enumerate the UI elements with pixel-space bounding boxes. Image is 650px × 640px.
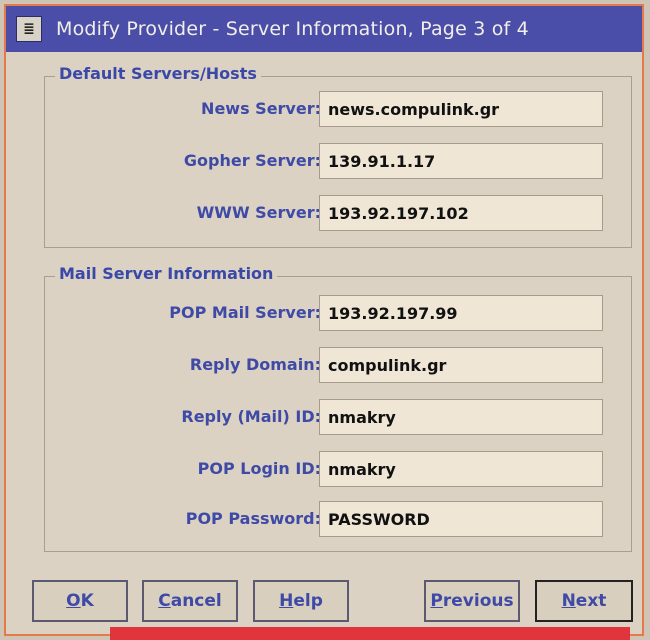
- modify-provider-dialog: ≣ Modify Provider - Server Information, …: [4, 4, 644, 636]
- news-server-row: News Server:: [45, 91, 631, 129]
- default-servers-group-label: Default Servers/Hosts: [55, 64, 261, 83]
- reply-domain-row: Reply Domain:: [45, 347, 631, 385]
- ok-label-rest: K: [80, 591, 94, 611]
- www-server-row: WWW Server:: [45, 195, 631, 233]
- cancel-mnemonic: C: [158, 591, 171, 611]
- pop-mail-server-label: POP Mail Server:: [169, 303, 321, 322]
- reply-mail-id-label: Reply (Mail) ID:: [181, 407, 321, 426]
- previous-label-rest: revious: [442, 591, 514, 611]
- gopher-server-input[interactable]: [319, 143, 603, 179]
- help-label-rest: elp: [293, 591, 323, 611]
- help-mnemonic: H: [279, 591, 294, 611]
- pop-login-id-row: POP Login ID:: [45, 451, 631, 489]
- gopher-server-label: Gopher Server:: [183, 151, 321, 170]
- mail-server-group-label: Mail Server Information: [55, 264, 278, 283]
- system-menu-icon[interactable]: ≣: [16, 16, 42, 42]
- previous-mnemonic: P: [430, 591, 443, 611]
- pop-login-id-input[interactable]: [319, 451, 603, 487]
- next-mnemonic: N: [561, 591, 576, 611]
- mail-server-group: Mail Server Information POP Mail Server:…: [44, 264, 632, 552]
- www-server-input[interactable]: [319, 195, 603, 231]
- title-bar[interactable]: ≣ Modify Provider - Server Information, …: [6, 6, 642, 52]
- pop-password-row: POP Password:: [45, 501, 631, 539]
- ok-button[interactable]: OK: [32, 580, 128, 622]
- reply-mail-id-input[interactable]: [319, 399, 603, 435]
- next-label-rest: ext: [575, 591, 607, 611]
- cancel-button[interactable]: Cancel: [142, 580, 238, 622]
- reply-domain-label: Reply Domain:: [189, 355, 321, 374]
- news-server-label: News Server:: [201, 99, 321, 118]
- cancel-label-rest: ancel: [170, 591, 222, 611]
- ok-mnemonic: O: [66, 591, 81, 611]
- pop-password-input[interactable]: [319, 501, 603, 537]
- previous-button[interactable]: Previous: [424, 580, 520, 622]
- www-server-label: WWW Server:: [196, 203, 321, 222]
- pop-mail-server-row: POP Mail Server:: [45, 295, 631, 333]
- pop-mail-server-input[interactable]: [319, 295, 603, 331]
- news-server-input[interactable]: [319, 91, 603, 127]
- help-button[interactable]: Help: [253, 580, 349, 622]
- window-title: Modify Provider - Server Information, Pa…: [56, 18, 529, 40]
- pop-password-label: POP Password:: [185, 509, 321, 528]
- reply-domain-input[interactable]: [319, 347, 603, 383]
- reply-mail-id-row: Reply (Mail) ID:: [45, 399, 631, 437]
- pop-login-id-label: POP Login ID:: [197, 459, 321, 478]
- next-button[interactable]: Next: [535, 580, 633, 622]
- red-bar-decoration: [110, 627, 630, 640]
- default-servers-group: Default Servers/Hosts News Server: Gophe…: [44, 64, 632, 248]
- gopher-server-row: Gopher Server:: [45, 143, 631, 181]
